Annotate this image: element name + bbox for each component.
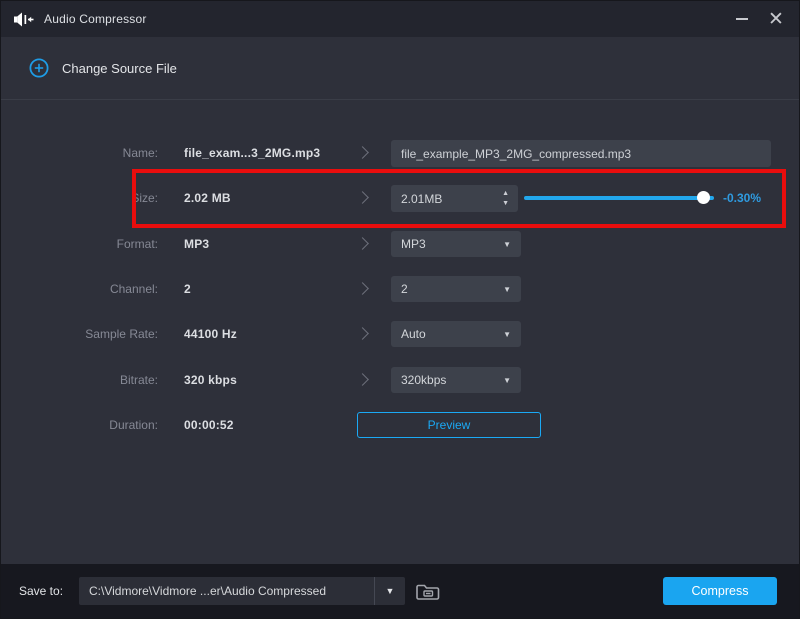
open-folder-button[interactable] bbox=[415, 578, 441, 604]
size-label: Size: bbox=[1, 184, 158, 212]
spinner-up-icon[interactable]: ▲ bbox=[502, 190, 509, 197]
sample-rate-dropdown[interactable]: Auto ▼ bbox=[391, 321, 521, 347]
footer-bar: Save to: C:\Vidmore\Vidmore ...er\Audio … bbox=[1, 564, 799, 618]
chevron-right-icon bbox=[356, 237, 369, 250]
window-title: Audio Compressor bbox=[44, 12, 147, 26]
titlebar: Audio Compressor ✕ bbox=[1, 1, 799, 37]
sample-rate-selected: Auto bbox=[401, 327, 426, 341]
row-size: Size: 2.02 MB 2.01MB ▲ ▼ -0.30% bbox=[1, 184, 799, 212]
sample-rate-source-value: 44100 Hz bbox=[184, 320, 237, 348]
chevron-right-icon bbox=[356, 282, 369, 295]
save-to-label: Save to: bbox=[19, 564, 63, 618]
size-slider-track[interactable] bbox=[524, 196, 714, 200]
size-source-value: 2.02 MB bbox=[184, 184, 231, 212]
bitrate-dropdown[interactable]: 320kbps ▼ bbox=[391, 367, 521, 393]
close-icon: ✕ bbox=[768, 10, 784, 29]
output-name-input[interactable] bbox=[391, 140, 771, 167]
folder-open-icon bbox=[416, 581, 440, 601]
caret-down-icon: ▼ bbox=[503, 376, 511, 385]
bitrate-source-value: 320 kbps bbox=[184, 366, 237, 394]
preview-button[interactable]: Preview bbox=[357, 412, 541, 438]
duration-source-value: 00:00:52 bbox=[184, 411, 234, 439]
size-change-percent: -0.30% bbox=[723, 184, 761, 212]
close-button[interactable]: ✕ bbox=[759, 1, 793, 37]
channel-source-value: 2 bbox=[184, 275, 191, 303]
chevron-right-icon bbox=[356, 191, 369, 204]
change-source-label: Change Source File bbox=[62, 61, 177, 76]
name-label: Name: bbox=[1, 139, 158, 167]
change-source-file-button[interactable]: Change Source File bbox=[29, 58, 177, 78]
save-path-dropdown-button[interactable]: ▼ bbox=[374, 577, 405, 605]
format-dropdown[interactable]: MP3 ▼ bbox=[391, 231, 521, 257]
channel-selected: 2 bbox=[401, 282, 408, 296]
bitrate-selected: 320kbps bbox=[401, 373, 446, 387]
row-duration: Duration: 00:00:52 Preview bbox=[1, 411, 799, 439]
speaker-compress-icon bbox=[14, 12, 34, 27]
duration-label: Duration: bbox=[1, 411, 158, 439]
format-source-value: MP3 bbox=[184, 230, 209, 258]
channel-label: Channel: bbox=[1, 275, 158, 303]
row-channel: Channel: 2 2 ▼ bbox=[1, 275, 799, 303]
target-size-spinner[interactable]: 2.01MB ▲ ▼ bbox=[391, 185, 518, 212]
caret-down-icon: ▼ bbox=[503, 285, 511, 294]
format-selected: MP3 bbox=[401, 237, 426, 251]
bitrate-label: Bitrate: bbox=[1, 366, 158, 394]
row-name: Name: file_exam...3_2MG.mp3 bbox=[1, 139, 799, 167]
compress-button[interactable]: Compress bbox=[663, 577, 777, 605]
chevron-right-icon bbox=[356, 327, 369, 340]
row-sample-rate: Sample Rate: 44100 Hz Auto ▼ bbox=[1, 320, 799, 348]
chevron-right-icon bbox=[356, 373, 369, 386]
chevron-right-icon bbox=[356, 146, 369, 159]
caret-down-icon: ▼ bbox=[503, 240, 511, 249]
sample-rate-label: Sample Rate: bbox=[1, 320, 158, 348]
minimize-button[interactable] bbox=[725, 1, 759, 37]
channel-dropdown[interactable]: 2 ▼ bbox=[391, 276, 521, 302]
caret-down-icon: ▼ bbox=[503, 330, 511, 339]
minimize-icon bbox=[736, 18, 748, 20]
row-bitrate: Bitrate: 320 kbps 320kbps ▼ bbox=[1, 366, 799, 394]
size-slider-handle[interactable] bbox=[697, 191, 710, 204]
save-path-field[interactable]: C:\Vidmore\Vidmore ...er\Audio Compresse… bbox=[79, 577, 405, 605]
target-size-value: 2.01MB bbox=[391, 192, 502, 206]
save-path-value: C:\Vidmore\Vidmore ...er\Audio Compresse… bbox=[79, 584, 374, 598]
row-format: Format: MP3 MP3 ▼ bbox=[1, 230, 799, 258]
plus-circle-icon bbox=[29, 58, 49, 78]
caret-down-icon: ▼ bbox=[386, 586, 395, 596]
format-label: Format: bbox=[1, 230, 158, 258]
spinner-down-icon[interactable]: ▼ bbox=[502, 200, 509, 207]
app-window: Audio Compressor ✕ Change Source File Na… bbox=[0, 0, 800, 619]
header-band: Change Source File bbox=[1, 37, 799, 100]
name-source-value: file_exam...3_2MG.mp3 bbox=[184, 139, 320, 167]
